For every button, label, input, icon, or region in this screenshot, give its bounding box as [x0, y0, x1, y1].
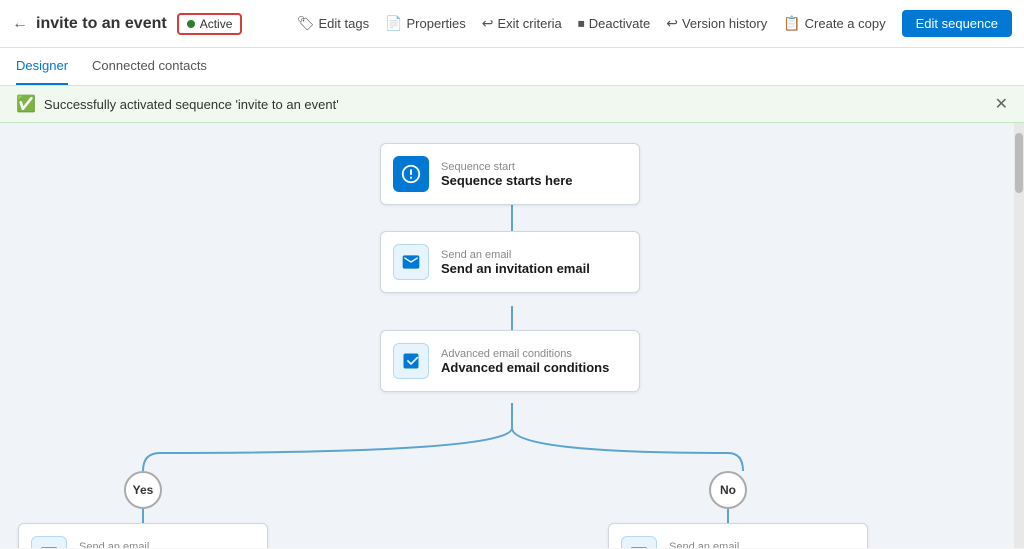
- send-email-no-text: Send an email Follow up email for the ev…: [669, 541, 848, 549]
- advanced-conditions-1-icon: [393, 343, 429, 379]
- create-copy-label: Create a copy: [805, 16, 886, 31]
- exit-criteria-label: Exit criteria: [498, 16, 562, 31]
- version-history-label: Version history: [682, 16, 767, 31]
- scrollbar[interactable]: [1014, 123, 1024, 548]
- active-dot-icon: [187, 20, 195, 28]
- deactivate-button[interactable]: ⏹ Deactivate: [578, 15, 650, 32]
- top-nav: ← invite to an event Active 🏷 Edit tags …: [0, 0, 1024, 48]
- sequence-start-icon: [393, 156, 429, 192]
- sequence-start-text: Sequence start Sequence starts here: [441, 161, 573, 188]
- properties-button[interactable]: 📄 Properties: [385, 15, 466, 32]
- send-email-1-node: Send an email Send an invitation email: [380, 231, 640, 293]
- tab-connected-contacts[interactable]: Connected contacts: [92, 48, 207, 85]
- status-label: Active: [200, 17, 233, 31]
- deactivate-label: Deactivate: [589, 16, 650, 31]
- create-copy-button[interactable]: 📋 Create a copy: [783, 15, 885, 32]
- deactivate-icon: ⏹: [578, 15, 585, 32]
- send-email-yes-text: Send an email Send a confirmation email: [79, 541, 241, 549]
- properties-icon: 📄: [385, 15, 402, 32]
- send-email-no-node: Send an email Follow up email for the ev…: [608, 523, 868, 548]
- yes-branch-circle: Yes: [124, 471, 162, 509]
- canvas: Sequence start Sequence starts here Send…: [0, 123, 1024, 548]
- send-email-1-text: Send an email Send an invitation email: [441, 249, 590, 276]
- advanced-conditions-1-text: Advanced email conditions Advanced email…: [441, 348, 609, 375]
- send-email-no-icon: [621, 536, 657, 548]
- tab-bar: Designer Connected contacts: [0, 48, 1024, 86]
- send-email-1-icon: [393, 244, 429, 280]
- advanced-conditions-1-node: Advanced email conditions Advanced email…: [380, 330, 640, 392]
- send-email-yes-node: Send an email Send a confirmation email: [18, 523, 268, 548]
- success-text: Successfully activated sequence 'invite …: [44, 97, 339, 112]
- properties-label: Properties: [407, 16, 466, 31]
- back-button[interactable]: ←: [12, 15, 28, 33]
- edit-tags-label: Edit tags: [318, 16, 369, 31]
- exit-criteria-icon: ↩: [482, 15, 494, 32]
- success-banner: ✅ Successfully activated sequence 'invit…: [0, 86, 1024, 123]
- exit-criteria-button[interactable]: ↩ Exit criteria: [482, 15, 562, 32]
- tag-icon: 🏷: [297, 15, 315, 32]
- page-title: invite to an event: [36, 15, 167, 33]
- create-copy-icon: 📋: [783, 15, 800, 32]
- no-branch-circle: No: [709, 471, 747, 509]
- success-icon: ✅: [16, 94, 36, 114]
- close-banner-button[interactable]: ✕: [995, 94, 1008, 114]
- active-badge: Active: [177, 13, 243, 35]
- nav-actions: 🏷 Edit tags 📄 Properties ↩ Exit criteria…: [297, 10, 1012, 37]
- send-email-yes-icon: [31, 536, 67, 548]
- version-history-button[interactable]: ↩ Version history: [666, 15, 767, 32]
- scrollbar-thumb[interactable]: [1015, 133, 1023, 193]
- version-history-icon: ↩: [666, 15, 678, 32]
- tab-designer[interactable]: Designer: [16, 48, 68, 85]
- sequence-start-node: Sequence start Sequence starts here: [380, 143, 640, 205]
- edit-sequence-button[interactable]: Edit sequence: [902, 10, 1012, 37]
- edit-tags-button[interactable]: 🏷 Edit tags: [297, 15, 369, 32]
